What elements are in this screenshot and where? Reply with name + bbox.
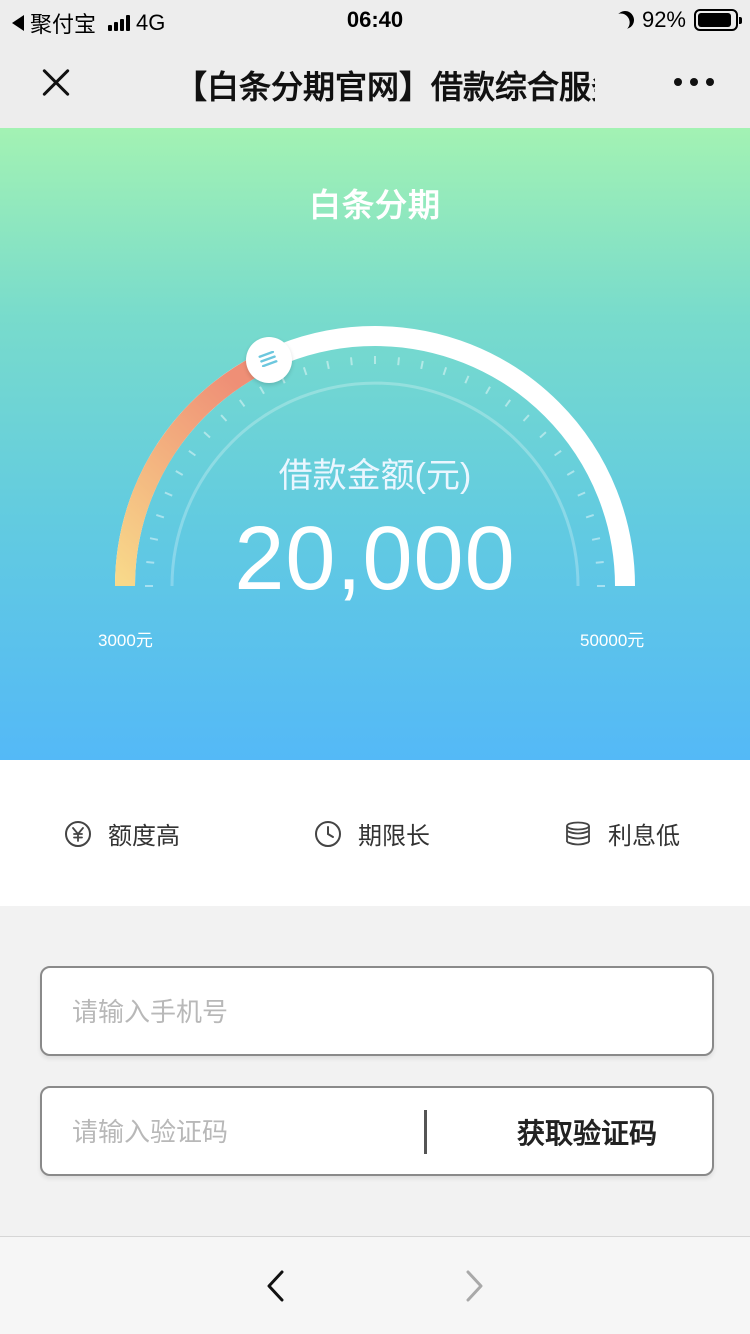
get-code-button[interactable]: 获取验证码 xyxy=(517,1112,657,1152)
gauge-tick xyxy=(539,431,547,439)
gauge-tick xyxy=(326,360,330,370)
feature-low-interest: 利息低 xyxy=(564,816,680,851)
gauge-tick xyxy=(259,386,265,395)
battery-icon xyxy=(694,9,742,31)
back-icon[interactable] xyxy=(262,1269,290,1303)
features-row: 额度高 期限长 利息低 xyxy=(0,760,750,906)
gauge-tick xyxy=(420,360,424,370)
gauge-tick xyxy=(302,366,308,376)
feature-long-term: 期限长 xyxy=(314,816,430,851)
code-field-box: 获取验证码 xyxy=(40,1086,714,1176)
status-bar: 聚付宝 4G 06:40 92% xyxy=(0,0,750,40)
gauge-tick xyxy=(485,386,491,395)
feature-label: 利息低 xyxy=(608,823,680,850)
hero-panel: 白条分期 借款金额(元) 20,000 3000元 50000元 xyxy=(0,128,750,760)
feature-high-limit: 额度高 xyxy=(64,816,180,851)
gauge-tick xyxy=(203,431,211,439)
gauge-tick xyxy=(522,414,530,422)
page-title: 【白条分期官网】借款综合服务 xyxy=(175,69,595,105)
range-max-label: 50000元 xyxy=(580,631,645,650)
slider-handle[interactable] xyxy=(245,336,292,383)
phone-input[interactable] xyxy=(72,990,432,1034)
gauge-tick xyxy=(464,375,470,384)
verification-code-input[interactable] xyxy=(72,1110,402,1154)
grip-icon xyxy=(258,350,278,367)
coin-stack-icon xyxy=(566,821,590,845)
gauge-tick xyxy=(350,357,353,366)
clock-icon xyxy=(315,820,341,847)
field-divider xyxy=(424,1110,427,1154)
battery-percent: 92% xyxy=(641,7,686,32)
yen-circle-icon xyxy=(65,820,91,847)
more-icon[interactable] xyxy=(674,78,714,86)
forward-icon[interactable] xyxy=(460,1269,488,1303)
close-icon[interactable] xyxy=(36,62,76,102)
gauge-tick xyxy=(504,399,512,407)
browser-toolbar xyxy=(0,1236,750,1334)
battery-level xyxy=(698,13,732,27)
feature-label: 期限长 xyxy=(358,823,430,850)
amount-value: 20,000 xyxy=(234,509,516,609)
status-right: 92% xyxy=(613,7,742,33)
gauge-tick xyxy=(238,399,246,407)
nav-bar: 【白条分期官网】借款综合服务 xyxy=(0,40,750,128)
range-min-label: 3000元 xyxy=(98,631,153,650)
amount-gauge[interactable] xyxy=(0,128,750,760)
amount-label: 借款金额(元) xyxy=(278,457,472,495)
feature-label: 额度高 xyxy=(108,823,180,850)
gauge-tick xyxy=(397,357,400,366)
gauge-tick xyxy=(220,414,228,422)
gauge-tick xyxy=(442,366,448,376)
phone-field-box xyxy=(40,966,714,1056)
form-area: 获取验证码 xyxy=(0,906,750,1236)
moon-icon xyxy=(613,8,638,33)
